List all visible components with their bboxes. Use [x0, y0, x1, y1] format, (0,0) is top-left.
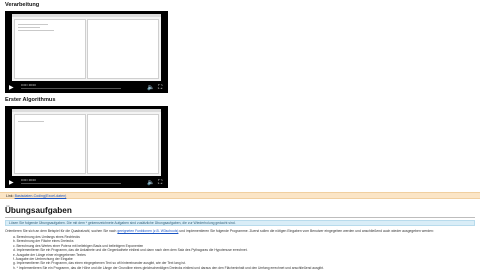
video-frame [12, 14, 161, 81]
video-progress-bar[interactable] [21, 87, 121, 89]
intro-text-before: Orientieren Sie sich an dem Beispiel für… [5, 229, 117, 233]
heading-divider [5, 217, 475, 218]
video-frame [12, 109, 161, 176]
functions-link[interactable]: geeigneten Funktionen (z.B. W3schools) [117, 229, 178, 233]
link-box: Link: Basisdaten-Coding(Excel-daten) [0, 192, 480, 199]
fullscreen-icon[interactable]: ⛶ [158, 180, 162, 186]
link-prefix: Link: [6, 194, 14, 198]
video-player-erster-algorithmus[interactable]: ▶ 0:00 / 00:00 🔈 ⛶ [5, 106, 168, 188]
video-frame-editor-pane [14, 114, 86, 174]
volume-icon[interactable]: 🔈 [147, 85, 154, 91]
video-frame-output-pane [87, 114, 159, 174]
exercises-intro: Orientieren Sie sich an dem Beispiel für… [5, 229, 434, 233]
fullscreen-icon[interactable]: ⛶ [158, 85, 162, 91]
video-controls: ▶ 0:00 / 00:00 🔈 ⛶ [5, 177, 168, 188]
video-time: 0:00 / 00:00 [21, 83, 36, 87]
video-controls: ▶ 0:00 / 00:00 🔈 ⛶ [5, 82, 168, 93]
exercises-note: Lösen Sie folgende Übungsaufgaben. Die m… [5, 220, 475, 226]
video-frame-menubar [12, 109, 161, 112]
play-icon[interactable]: ▶ [9, 180, 14, 186]
exercises-heading: Übungsaufgaben [5, 206, 72, 215]
basisdaten-link[interactable]: Basisdaten-Coding(Excel-daten) [15, 194, 67, 198]
video-frame-menubar [12, 14, 161, 17]
video-player-verarbeitung[interactable]: ▶ 0:00 / 00:00 🔈 ⛶ [5, 11, 168, 93]
video-progress-bar[interactable] [21, 182, 121, 184]
intro-text-after: und implementieren Sie folgende Programm… [179, 229, 434, 233]
exercise-list: a. Berechnung des Umfangs eines Rechteck… [10, 235, 324, 270]
play-icon[interactable]: ▶ [9, 85, 14, 91]
section-title-erster-algorithmus: Erster Algorithmus [5, 97, 56, 103]
video-frame-editor-pane [14, 19, 86, 79]
exercise-item: h. * Implementieren Sie ein Programm, da… [13, 265, 324, 270]
video-frame-output-pane [87, 19, 159, 79]
section-title-verarbeitung: Verarbeitung [5, 2, 40, 8]
volume-icon[interactable]: 🔈 [147, 180, 154, 186]
video-time: 0:00 / 00:00 [21, 178, 36, 182]
